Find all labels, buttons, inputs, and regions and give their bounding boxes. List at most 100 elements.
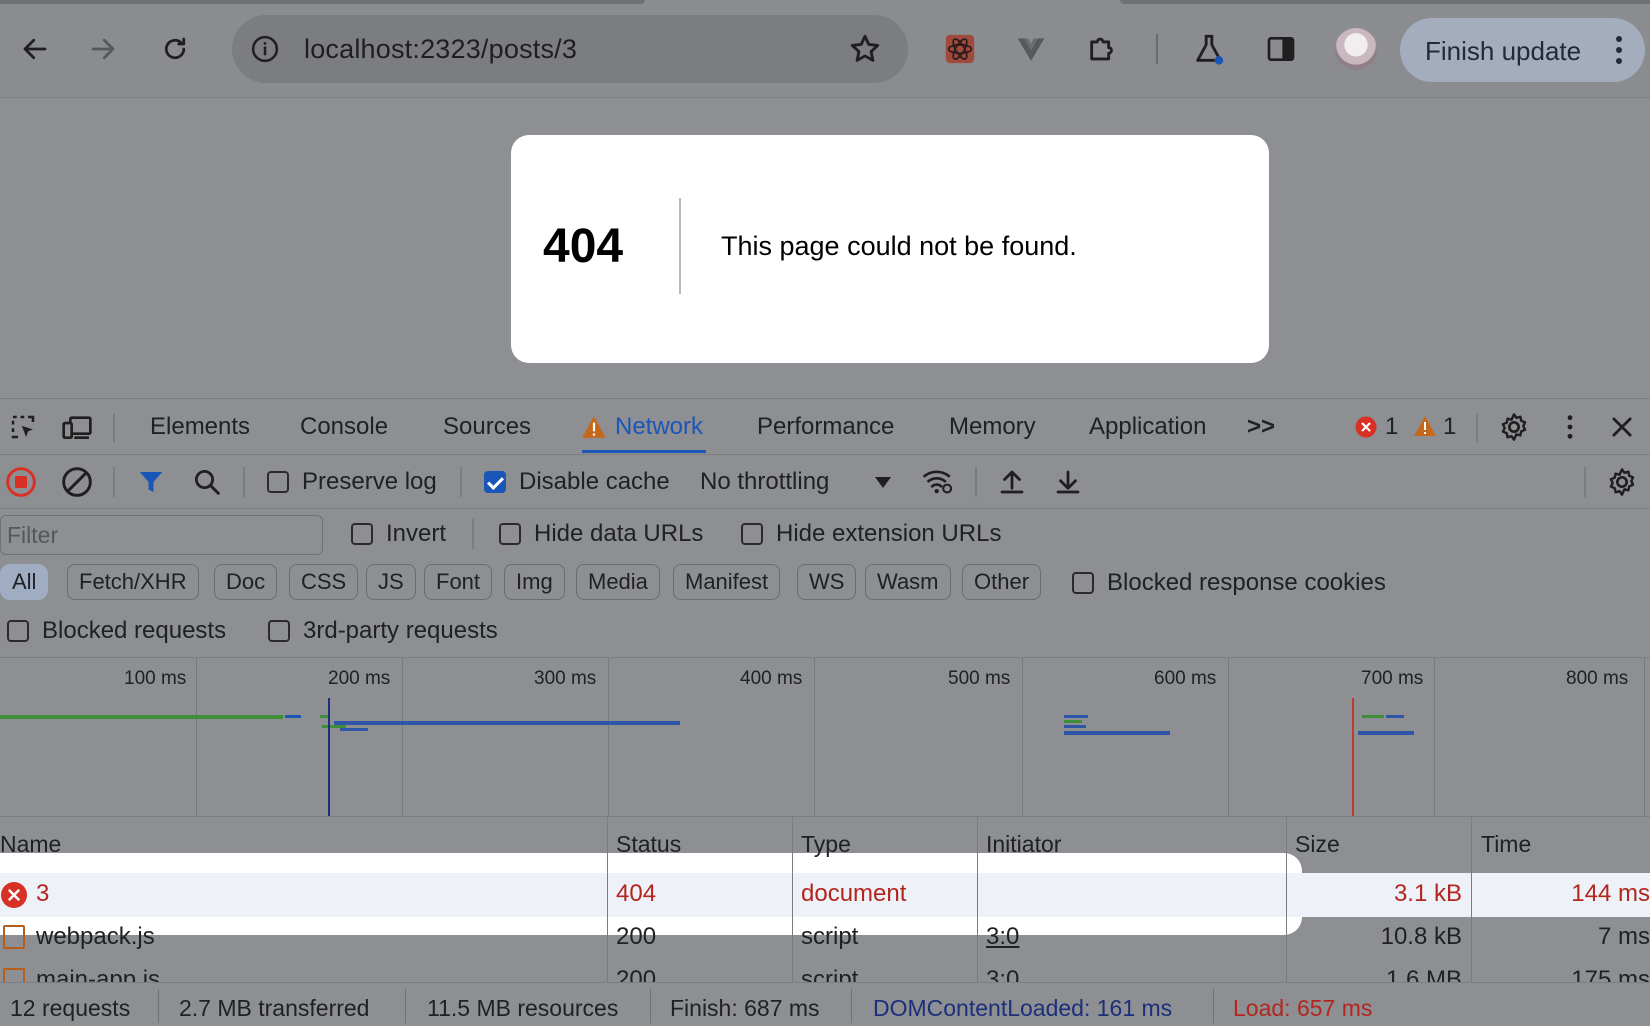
network-conditions-icon[interactable]	[921, 465, 955, 499]
network-timeline-overview[interactable]: 100 ms 200 ms 300 ms 400 ms 500 ms 600 m…	[0, 657, 1650, 817]
column-header-time[interactable]: Time	[1481, 831, 1531, 858]
filter-chip-css[interactable]: CSS	[289, 564, 359, 600]
tick-label: 100 ms	[124, 668, 187, 689]
more-tabs-button[interactable]: >>	[1247, 413, 1275, 441]
error-count[interactable]: 1	[1385, 413, 1398, 441]
back-arrow-icon[interactable]	[12, 26, 58, 72]
hide-data-urls-checkbox[interactable]	[499, 523, 521, 545]
filter-chip-media[interactable]: Media	[576, 564, 660, 600]
filter-chip-wasm[interactable]: Wasm	[865, 564, 951, 600]
hide-data-urls-label[interactable]: Hide data URLs	[534, 520, 703, 548]
settings-gear-icon[interactable]	[1497, 410, 1531, 444]
network-settings-gear-icon[interactable]	[1605, 465, 1639, 499]
finish-update-button[interactable]: Finish update	[1400, 18, 1645, 82]
blocked-response-cookies-label[interactable]: Blocked response cookies	[1107, 569, 1386, 597]
column-header-initiator[interactable]: Initiator	[986, 831, 1061, 858]
side-panel-icon[interactable]	[1262, 30, 1300, 68]
filter-chip-other[interactable]: Other	[962, 564, 1042, 600]
throttling-select[interactable]: No throttling	[700, 468, 829, 496]
filter-chip-doc[interactable]: Doc	[214, 564, 278, 600]
request-initiator-link[interactable]: 3:0	[986, 923, 1019, 951]
column-header-size[interactable]: Size	[1295, 831, 1340, 858]
tab-console[interactable]: Console	[300, 413, 388, 441]
blocked-response-cookies-checkbox[interactable]	[1072, 572, 1094, 594]
status-finish: Finish: 687 ms	[670, 995, 820, 1021]
url-text[interactable]: localhost:2323/posts/3	[304, 34, 577, 65]
extensions-puzzle-icon[interactable]	[1084, 30, 1122, 68]
filter-chip-all[interactable]: All	[0, 564, 49, 600]
hide-extension-urls-label[interactable]: Hide extension URLs	[776, 520, 1001, 548]
tick-label: 600 ms	[1154, 668, 1217, 689]
forward-arrow-icon[interactable]	[80, 26, 126, 72]
filter-funnel-icon[interactable]	[134, 465, 168, 499]
request-name[interactable]: 3	[36, 880, 49, 908]
blocked-requests-label[interactable]: Blocked requests	[42, 617, 226, 645]
preserve-log-checkbox[interactable]	[267, 471, 289, 493]
hide-extension-urls-checkbox[interactable]	[741, 523, 763, 545]
inspect-element-icon[interactable]	[6, 410, 40, 444]
record-stop-icon[interactable]	[4, 465, 38, 499]
filter-chip-manifest[interactable]: Manifest	[673, 564, 781, 600]
filter-chip-font[interactable]: Font	[424, 564, 493, 600]
preserve-log-label[interactable]: Preserve log	[302, 468, 437, 496]
site-info-icon[interactable]	[250, 34, 280, 64]
address-bar[interactable]: localhost:2323/posts/3	[232, 15, 908, 83]
table-row[interactable]: main-app.js 200 script 3:0 1.6 MB 175 ms	[0, 960, 1650, 982]
close-devtools-icon[interactable]	[1605, 410, 1639, 444]
filter-chip-js[interactable]: JS	[366, 564, 416, 600]
vue-devtools-icon[interactable]	[1012, 30, 1050, 68]
tab-network[interactable]: Network	[615, 413, 703, 441]
tab-memory[interactable]: Memory	[949, 413, 1036, 441]
kebab-menu-icon[interactable]	[1615, 32, 1623, 68]
third-party-requests-label[interactable]: 3rd-party requests	[303, 617, 498, 645]
error-count-icon[interactable]	[1355, 416, 1377, 438]
blocked-requests-checkbox[interactable]	[7, 620, 29, 642]
tab-sources[interactable]: Sources	[443, 413, 531, 441]
filter-chip-ws[interactable]: WS	[797, 564, 857, 600]
warning-count-icon[interactable]	[1413, 415, 1437, 437]
labs-flask-icon[interactable]	[1190, 30, 1228, 68]
filter-chip-img[interactable]: Img	[504, 564, 565, 600]
import-har-icon[interactable]	[995, 465, 1029, 499]
request-time: 7 ms	[1597, 923, 1650, 950]
chevron-down-icon[interactable]	[874, 475, 892, 489]
tab-strip-right	[1120, 0, 1650, 4]
profile-avatar[interactable]	[1335, 28, 1377, 70]
third-party-requests-checkbox[interactable]	[268, 620, 290, 642]
toolbar-separator	[460, 467, 462, 497]
tab-performance[interactable]: Performance	[757, 413, 894, 441]
invert-checkbox[interactable]	[351, 523, 373, 545]
bookmark-star-icon[interactable]	[848, 32, 882, 66]
request-name[interactable]: webpack.js	[36, 923, 155, 951]
column-divider	[977, 817, 978, 982]
filter-input[interactable]	[0, 515, 323, 555]
request-name[interactable]: main-app.js	[36, 966, 160, 982]
clear-icon[interactable]	[60, 465, 94, 499]
filter-chip-fetch-xhr[interactable]: Fetch/XHR	[67, 564, 199, 600]
tick-line	[402, 658, 403, 816]
warning-count[interactable]: 1	[1443, 413, 1456, 441]
status-resources: 11.5 MB resources	[427, 995, 619, 1021]
disable-cache-checkbox[interactable]	[484, 471, 506, 493]
disable-cache-label[interactable]: Disable cache	[519, 468, 670, 496]
status-domcontentloaded: DOMContentLoaded: 161 ms	[873, 995, 1173, 1021]
timeline-request-bar	[1386, 715, 1404, 718]
toolbar-separator	[243, 467, 245, 497]
finish-update-label: Finish update	[1425, 36, 1582, 66]
search-icon[interactable]	[190, 465, 224, 499]
request-status: 404	[616, 880, 657, 907]
device-toolbar-icon[interactable]	[60, 410, 94, 444]
request-initiator-link[interactable]: 3:0	[986, 966, 1019, 982]
column-header-name[interactable]: Name	[0, 831, 61, 858]
reload-icon[interactable]	[152, 26, 198, 72]
export-har-icon[interactable]	[1051, 465, 1085, 499]
column-header-status[interactable]: Status	[616, 831, 681, 858]
devtools-tabbar: Elements Console Sources Network Perform…	[0, 399, 1650, 455]
react-devtools-icon[interactable]	[941, 30, 979, 68]
column-header-type[interactable]: Type	[801, 831, 851, 858]
tab-application[interactable]: Application	[1089, 413, 1206, 441]
status-separator	[405, 989, 406, 1023]
tab-elements[interactable]: Elements	[150, 413, 250, 441]
devtools-menu-icon[interactable]	[1553, 410, 1587, 444]
invert-label[interactable]: Invert	[386, 520, 446, 548]
